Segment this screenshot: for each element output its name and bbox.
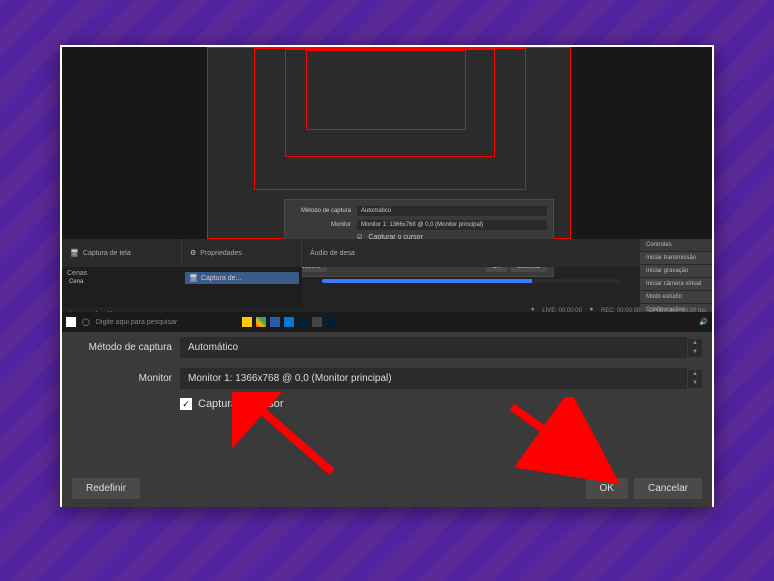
- sources-header: Captura de tela: [83, 250, 131, 257]
- obs-main-area: Método de captura Automático Monitor Mon…: [62, 47, 712, 332]
- obs-window: Método de captura Automático Monitor Mon…: [60, 45, 714, 507]
- capture-cursor-label: Capturar o cursor: [198, 398, 284, 410]
- monitor-icon: 🖥: [70, 249, 79, 257]
- chrome-icon[interactable]: [256, 317, 266, 327]
- start-stream-button[interactable]: Iniciar transmissão: [640, 252, 712, 264]
- recursive-preview-4: [306, 50, 466, 130]
- volume-meter: [322, 279, 622, 283]
- scenes-panel-header: Cenas: [65, 270, 179, 277]
- chevron-up-icon[interactable]: ▲: [688, 370, 702, 379]
- capture-cursor-checkbox[interactable]: ✓: [180, 398, 192, 410]
- chevron-down-icon[interactable]: ▼: [688, 348, 702, 357]
- studio-mode-button[interactable]: Modo estúdio: [640, 291, 712, 303]
- capture-method-label: Método de captura: [72, 342, 172, 353]
- source-item[interactable]: 🖥 Captura de...: [185, 272, 299, 284]
- monitor-select[interactable]: Monitor 1: 1366x768 @ 0,0 (Monitor princ…: [180, 368, 687, 389]
- cortana-icon[interactable]: ◯: [82, 318, 90, 326]
- properties-dialog: Método de captura Automático ▲ ▼ Monitor…: [62, 332, 712, 507]
- windows-taskbar: ◯ Digite aqui para pesquisar 🔊: [62, 312, 712, 332]
- dock-headers: 🖥 Captura de tela ⚙ Propriedades Áudio d…: [62, 239, 712, 267]
- method-spinner[interactable]: ▲ ▼: [688, 339, 702, 357]
- app-icon[interactable]: [284, 317, 294, 327]
- chevron-up-icon[interactable]: ▲: [688, 339, 702, 348]
- windows-start-icon[interactable]: [66, 317, 76, 327]
- properties-label: Propriedades: [200, 250, 242, 257]
- taskbar-apps: [242, 317, 336, 327]
- start-record-button[interactable]: Iniciar gravação: [640, 265, 712, 277]
- recursive-preview-3: [285, 49, 495, 157]
- chevron-down-icon[interactable]: ▼: [688, 379, 702, 388]
- capture-method-select[interactable]: Automático: [180, 337, 687, 358]
- reset-button[interactable]: Redefinir: [72, 478, 140, 499]
- ok-button[interactable]: OK: [586, 478, 628, 499]
- explorer-icon[interactable]: [242, 317, 252, 327]
- photoshop-icon[interactable]: [298, 317, 308, 327]
- gear-icon: ⚙: [190, 249, 196, 257]
- audio-mixer: [322, 279, 622, 291]
- cancel-button[interactable]: Cancelar: [634, 478, 702, 499]
- mixer-header: Áudio de desa: [310, 250, 355, 257]
- monitor-spinner[interactable]: ▲ ▼: [688, 370, 702, 388]
- photoshop-icon[interactable]: [326, 317, 336, 327]
- mini-method-value: Automático: [357, 206, 547, 216]
- mini-monitor-label: Monitor: [291, 222, 351, 228]
- obs-icon[interactable]: [312, 317, 322, 327]
- virtual-cam-button[interactable]: Iniciar câmera virtual: [640, 278, 712, 290]
- mini-method-label: Método de captura: [291, 208, 351, 214]
- monitor-icon: 🖥: [189, 274, 198, 282]
- app-icon[interactable]: [270, 317, 280, 327]
- tray-volume-icon[interactable]: 🔊: [699, 318, 708, 326]
- recursive-preview-2: [254, 48, 526, 190]
- mini-monitor-value: Monitor 1: 1366x768 @ 0,0 (Monitor princ…: [357, 220, 547, 230]
- sources-list[interactable]: 🖥 Captura de...: [182, 267, 302, 307]
- scene-item[interactable]: Cena: [65, 277, 179, 287]
- monitor-label: Monitor: [72, 373, 172, 384]
- controls-header: Controles: [640, 239, 712, 251]
- scenes-list[interactable]: Cenas Cena: [62, 267, 182, 307]
- taskbar-search[interactable]: Digite aqui para pesquisar: [96, 319, 236, 326]
